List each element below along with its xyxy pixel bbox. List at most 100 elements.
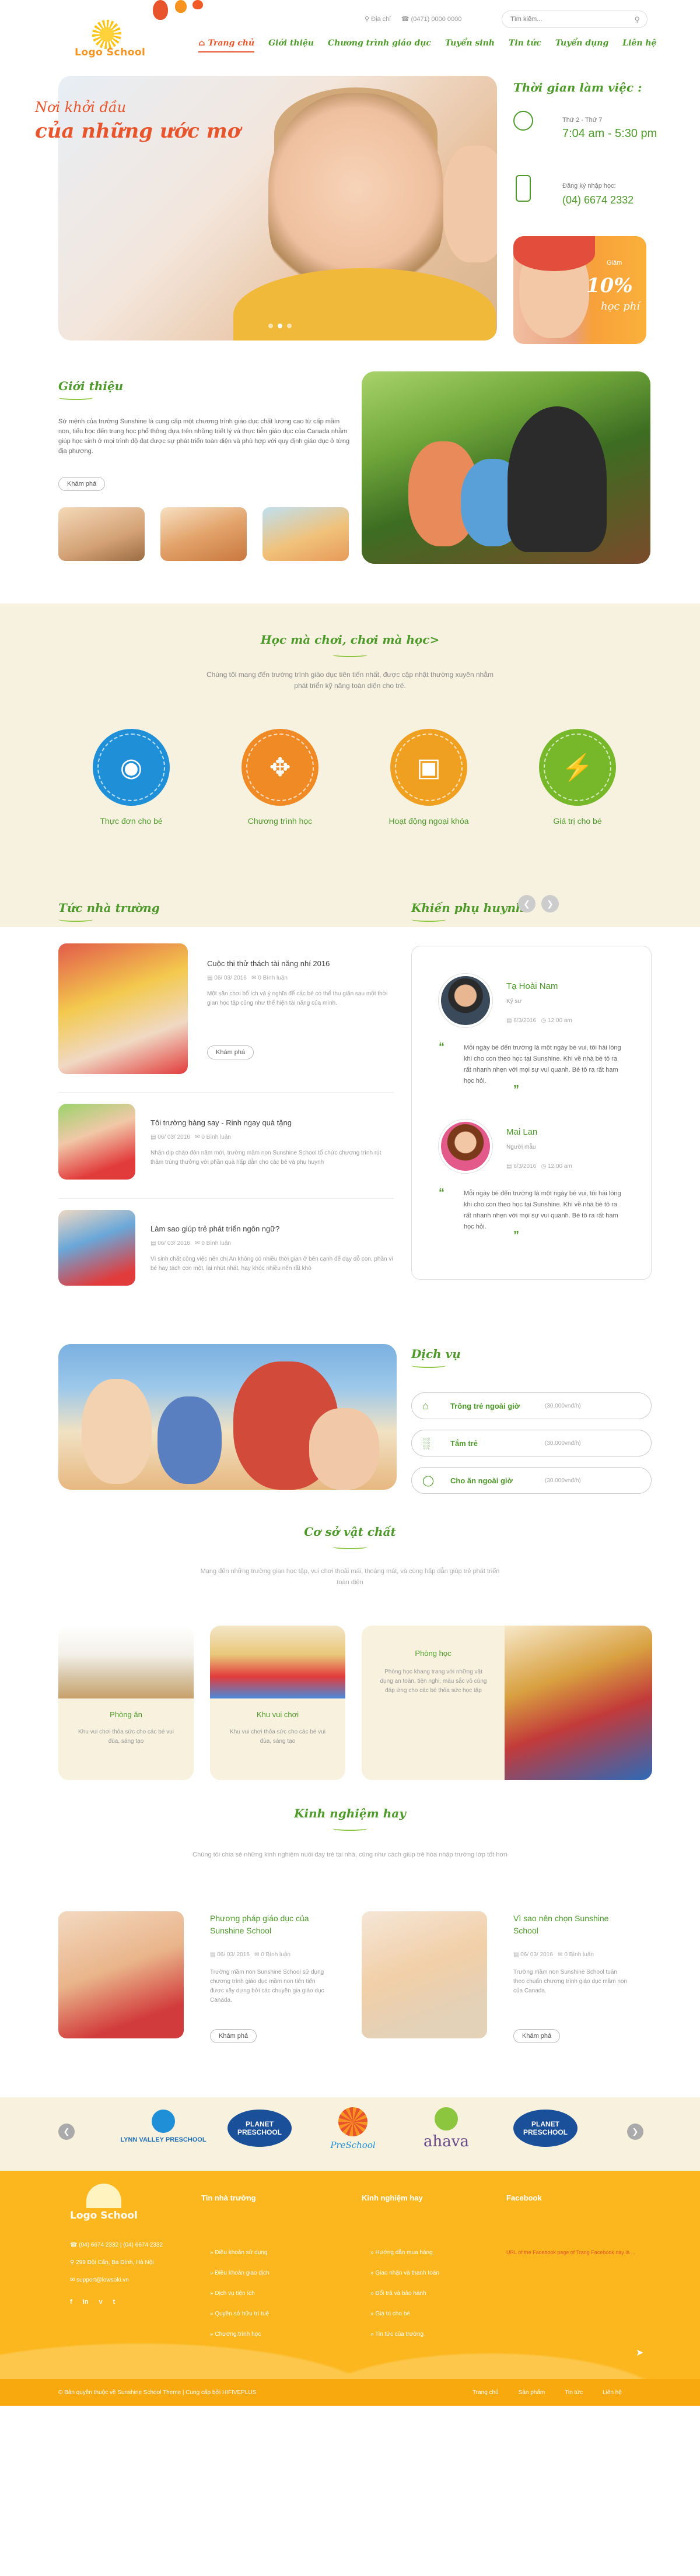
footer-link[interactable]: » Điều khoản sử dụng xyxy=(210,2249,267,2256)
search-input[interactable] xyxy=(502,11,625,27)
facilities-title: Cơ sở vật chất xyxy=(304,1525,396,1539)
parents-heading: Khiến phụ huynh xyxy=(411,901,524,922)
intro-thumb[interactable] xyxy=(160,507,247,561)
balloon-icon xyxy=(175,0,187,13)
title-underline xyxy=(332,1542,368,1549)
next-arrow-icon[interactable]: ❯ xyxy=(627,2124,643,2140)
footer-link[interactable]: » Điều khoản giao dịch xyxy=(210,2270,270,2276)
parent-meta: ▤ 6/3/2016 ◷ 12:00 am xyxy=(506,1163,572,1170)
feature-values[interactable]: ⚡ Giá trị cho bé xyxy=(525,729,630,826)
footer-col-title: Tin nhà trường xyxy=(201,2194,256,2202)
experience-image[interactable] xyxy=(58,1911,184,2038)
phone-item[interactable]: ☎ (0471) 0000 0000 xyxy=(401,15,462,23)
partner-logo[interactable]: PLANET PRESCHOOL xyxy=(502,2106,589,2161)
award-icon: ⚡ xyxy=(544,734,611,801)
nav-about[interactable]: Giới thiệu xyxy=(268,38,314,52)
experience-title-link[interactable]: Phương pháp giáo dục của Sunshine School xyxy=(210,1912,324,1937)
news-title[interactable]: Cuộc thi thử thách tài năng nhí 2016 xyxy=(207,959,330,968)
parent-name: Mai Lan xyxy=(506,1127,538,1137)
feature-activities[interactable]: ▣ Hoạt động ngoại khóa xyxy=(376,729,481,826)
prev-arrow-icon[interactable]: ❮ xyxy=(58,2124,75,2140)
balloon-icon xyxy=(192,0,203,9)
register-phone[interactable]: (04) 6674 2332 xyxy=(562,194,634,206)
news-title[interactable]: Làm sao giúp trẻ phát triển ngôn ngữ? xyxy=(150,1224,279,1233)
service-item[interactable]: ░ Tắm trẻ (30.000vnđ/h) xyxy=(411,1430,652,1457)
phone-icon xyxy=(516,175,531,202)
intro-thumb[interactable] xyxy=(262,507,349,561)
facebook-icon[interactable]: f xyxy=(70,2298,72,2305)
footer-menu-news[interactable]: Tin tức xyxy=(565,2389,583,2396)
experience-explore-button[interactable]: Khám phá xyxy=(210,2029,257,2043)
nav-careers[interactable]: Tuyển dụng xyxy=(555,38,608,52)
news-image[interactable] xyxy=(58,943,188,1074)
search-icon[interactable]: ⚲ xyxy=(634,15,640,24)
hero-slider[interactable] xyxy=(58,76,497,341)
news-title[interactable]: Tôi trường hàng say - Rinh ngay quà tặng xyxy=(150,1118,292,1127)
news-excerpt: Nhân dịp chào đón năm mới, trường mầm no… xyxy=(150,1150,382,1166)
services-photo xyxy=(58,1344,397,1490)
partner-logo[interactable]: ahava xyxy=(402,2106,490,2161)
address-item[interactable]: ⚲ Địa chỉ xyxy=(365,15,391,23)
title-underline xyxy=(332,1824,368,1831)
footer-link[interactable]: » Chương trình học xyxy=(210,2331,261,2338)
footer-link[interactable]: » Dịch vụ tiện ích xyxy=(210,2290,255,2297)
next-arrow-icon[interactable]: ❯ xyxy=(541,895,559,913)
footer-link[interactable]: » Đổi trả và bảo hành xyxy=(370,2290,426,2297)
experience-explore-button[interactable]: Khám phá xyxy=(513,2029,561,2043)
parent-quote: Mỗi ngày bé đến trường là một ngày bé vu… xyxy=(464,1044,621,1085)
meal-icon: ◯ xyxy=(422,1475,435,1486)
footer-menu-contact[interactable]: Liên hệ xyxy=(603,2389,622,2396)
service-item[interactable]: ⌂ Trông trẻ ngoài giờ (30.000vnđ/h) xyxy=(411,1392,652,1419)
nav-news[interactable]: Tin tức xyxy=(509,38,541,52)
linkedin-icon[interactable]: in xyxy=(83,2298,89,2305)
parent-role: Người mẫu xyxy=(506,1144,536,1150)
feature-curriculum[interactable]: ✥ Chương trình học xyxy=(228,729,332,826)
experience-title: Kinh nghiệm hay xyxy=(294,1806,406,1820)
intro-explore-button[interactable]: Khám phá xyxy=(58,477,106,491)
partner-logo[interactable]: LYNN VALLEY PRESCHOOL xyxy=(120,2106,207,2161)
facility-card[interactable]: Phòng ăn Khu vui chơi thỏa sức cho các b… xyxy=(58,1626,194,1780)
footer-link[interactable]: » Tin tức của trường xyxy=(370,2331,424,2338)
vimeo-icon[interactable]: v xyxy=(99,2298,102,2305)
footer-logo[interactable]: Logo School xyxy=(70,2210,138,2221)
partner-logo[interactable]: PreSchool xyxy=(309,2106,397,2161)
nav-home[interactable]: ⌂ Trang chủ xyxy=(198,38,255,52)
footer-col-title: Kinh nghiệm hay xyxy=(362,2194,423,2202)
twitter-icon[interactable]: t xyxy=(113,2298,116,2305)
experience-image[interactable] xyxy=(362,1911,487,2038)
footer-address: ⚲ 299 Đội Cấn, Ba Đình, Hà Nội xyxy=(70,2259,154,2266)
school-logo[interactable]: Logo School xyxy=(70,19,146,62)
news-image[interactable] xyxy=(58,1210,135,1286)
prev-arrow-icon[interactable]: ❮ xyxy=(518,895,536,913)
nav-admissions[interactable]: Tuyển sinh xyxy=(445,38,495,52)
nav-programs[interactable]: Chương trình giáo dục xyxy=(328,38,431,52)
news-explore-button[interactable]: Khám phá xyxy=(207,1045,254,1059)
footer-link[interactable]: » Giá trị cho bé xyxy=(370,2311,410,2317)
footer-email[interactable]: ✉ support@lowsoki.vn xyxy=(70,2277,129,2283)
hours-days: Thứ 2 - Thứ 7 xyxy=(562,117,603,124)
news-excerpt: Một sân chơi bổ ích và ý nghĩa để các bé… xyxy=(207,991,388,1006)
hero-line1: Nơi khởi đầu xyxy=(35,99,127,115)
experience-title-link[interactable]: Vì sao nên chọn Sunshine School xyxy=(513,1912,627,1937)
news-meta: ▤ 06/ 03/ 2016 ✉ 0 Bình luận xyxy=(150,1240,231,1247)
news-image[interactable] xyxy=(58,1104,135,1180)
play-title: Học mà chơi, chơi mà học> xyxy=(260,633,440,647)
parent-name: Tạ Hoài Nam xyxy=(506,981,558,991)
facility-card[interactable]: Khu vui chơi Khu vui chơi thỏa sức cho c… xyxy=(210,1626,345,1780)
footer-link[interactable]: » Hướng dẫn mua hàng xyxy=(370,2249,433,2256)
footer-menu-home[interactable]: Trang chủ xyxy=(473,2389,499,2396)
service-item[interactable]: ◯ Cho ăn ngoài giờ (30.000vnđ/h) xyxy=(411,1467,652,1494)
avatar xyxy=(439,974,492,1027)
social-icons: f in v t xyxy=(70,2298,115,2305)
partner-logo[interactable]: PLANET PRESCHOOL xyxy=(216,2106,303,2161)
services-heading: Dịch vụ xyxy=(411,1347,461,1368)
footer-link[interactable]: » Giao nhận và thanh toán xyxy=(370,2270,439,2276)
footer-menu-products[interactable]: Sản phẩm xyxy=(519,2389,545,2396)
paper-plane-icon: ➤ xyxy=(636,2348,644,2358)
feature-menu[interactable]: ◉ Thực đơn cho bé xyxy=(79,729,184,826)
footer-link[interactable]: » Quyền sở hữu trí tuệ xyxy=(210,2311,269,2317)
intro-thumb[interactable] xyxy=(58,507,145,561)
quote-close-icon: ” xyxy=(513,1229,519,1242)
facility-card[interactable]: Phòng học Phòng học khang trang với nhữn… xyxy=(362,1626,652,1780)
nav-contact[interactable]: Liên hệ xyxy=(622,38,656,52)
